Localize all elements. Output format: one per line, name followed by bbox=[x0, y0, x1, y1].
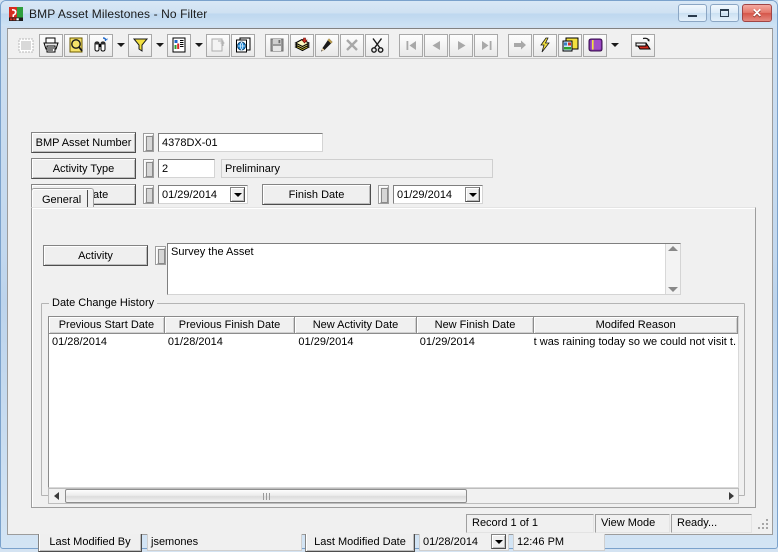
tab-page-general: Activity Survey the Asset Date Change Hi… bbox=[31, 207, 756, 508]
next-record-icon[interactable] bbox=[449, 33, 473, 57]
tab-divider bbox=[87, 190, 88, 207]
help-dropdown-arrow-icon[interactable] bbox=[608, 34, 621, 57]
close-icon: ✕ bbox=[751, 6, 763, 20]
toolbar-separator-1 bbox=[256, 34, 265, 57]
field-row-bmp-asset-number: BMP Asset Number 4378DX-01 bbox=[31, 132, 323, 153]
last-record-icon[interactable] bbox=[474, 33, 498, 57]
grid-column-header[interactable]: Modifed Reason bbox=[534, 317, 738, 334]
status-mode: View Mode bbox=[595, 513, 670, 533]
date-change-history-label: Date Change History bbox=[49, 297, 158, 309]
toolbar bbox=[8, 29, 772, 59]
field-row-activity-type: Activity Type 2 Preliminary bbox=[31, 158, 493, 179]
export-page-icon[interactable] bbox=[206, 33, 230, 57]
toolbar-separator-2 bbox=[390, 34, 399, 57]
report-dropdown-arrow-icon[interactable] bbox=[192, 34, 205, 57]
filter-dropdown-arrow-icon[interactable] bbox=[153, 34, 166, 57]
status-bar: Record 1 of 1 View Mode Ready... bbox=[8, 512, 772, 534]
goto-arrow-icon[interactable] bbox=[508, 33, 532, 57]
report-icon[interactable] bbox=[167, 33, 191, 57]
previous-record-icon[interactable] bbox=[424, 33, 448, 57]
resize-grip[interactable] bbox=[755, 516, 769, 530]
bmp-asset-number-link-indicator[interactable] bbox=[143, 133, 154, 152]
grid-scroll-track[interactable] bbox=[63, 489, 724, 503]
last-modified-by-value: jsemones bbox=[147, 532, 302, 551]
status-record-count: Record 1 of 1 bbox=[466, 513, 594, 533]
delete-record-icon[interactable] bbox=[340, 33, 364, 57]
window-controls: ✕ bbox=[678, 4, 772, 22]
table-row[interactable]: 01/28/2014 01/28/2014 01/29/2014 01/29/2014… bbox=[49, 334, 738, 349]
last-modified-time-value: 12:46 PM bbox=[513, 532, 605, 551]
activity-memo-box[interactable]: Survey the Asset bbox=[167, 243, 681, 295]
field-row-activity: Activity bbox=[43, 245, 166, 266]
activity-type-description: Preliminary bbox=[221, 159, 493, 178]
edit-pencil-icon[interactable] bbox=[315, 33, 339, 57]
minimize-icon bbox=[688, 14, 697, 17]
toolbar-separator-4 bbox=[622, 34, 631, 57]
activity-type-label-button[interactable]: Activity Type bbox=[31, 158, 136, 179]
print-preview-icon[interactable] bbox=[64, 33, 88, 57]
first-record-icon[interactable] bbox=[399, 33, 423, 57]
grid-column-header[interactable]: New Finish Date bbox=[416, 317, 535, 334]
activity-memo-scrollbar[interactable] bbox=[665, 244, 680, 294]
status-state: Ready... bbox=[671, 513, 752, 533]
table-cell: 01/29/2014 bbox=[419, 335, 475, 348]
help-book-icon[interactable] bbox=[583, 33, 607, 57]
grid-horizontal-scrollbar[interactable] bbox=[48, 488, 739, 504]
scroll-right-icon[interactable] bbox=[724, 489, 738, 503]
last-modified-date-value: 01/28/2014 bbox=[423, 535, 479, 548]
maximize-icon bbox=[720, 9, 729, 17]
activity-memo-text[interactable]: Survey the Asset bbox=[168, 244, 665, 294]
grid-scroll-thumb[interactable] bbox=[65, 489, 467, 503]
window-title: BMP Asset Milestones - No Filter bbox=[29, 6, 208, 21]
activity-type-link-indicator[interactable] bbox=[143, 159, 154, 178]
activity-link-indicator[interactable] bbox=[155, 246, 166, 265]
table-cell: 01/29/2014 bbox=[298, 335, 354, 348]
copy-record-icon[interactable] bbox=[231, 33, 255, 57]
print-icon[interactable] bbox=[39, 33, 63, 57]
select-all-icon[interactable] bbox=[14, 33, 38, 57]
close-document-icon[interactable] bbox=[631, 33, 655, 57]
save-icon[interactable] bbox=[265, 33, 289, 57]
scroll-down-icon[interactable] bbox=[668, 287, 678, 292]
toolbar-separator-3 bbox=[499, 34, 508, 57]
scissors-icon[interactable] bbox=[365, 33, 389, 57]
bmp-asset-number-input[interactable]: 4378DX-01 bbox=[158, 133, 323, 152]
tab-general[interactable]: General bbox=[31, 188, 95, 208]
tab-general-label: General bbox=[42, 193, 82, 206]
find-dropdown-arrow-icon[interactable] bbox=[114, 34, 127, 57]
grid-column-header[interactable]: New Activity Date bbox=[295, 317, 417, 334]
new-record-icon[interactable] bbox=[290, 33, 314, 57]
last-modified-date-picker[interactable]: 01/28/2014 bbox=[419, 532, 509, 551]
date-change-history-grid[interactable]: Previous Start Date Previous Finish Date N… bbox=[48, 316, 739, 488]
grid-body: 01/28/2014 01/28/2014 01/29/2014 01/29/2014… bbox=[49, 334, 738, 349]
scroll-left-icon[interactable] bbox=[49, 489, 63, 503]
funnel-icon[interactable] bbox=[128, 33, 152, 57]
title-bar[interactable]: BMP Asset Milestones - No Filter ✕ bbox=[1, 1, 777, 26]
application-window: BMP Asset Milestones - No Filter ✕ BMP A… bbox=[0, 0, 778, 552]
minimize-button[interactable] bbox=[678, 4, 707, 22]
close-button[interactable]: ✕ bbox=[742, 4, 772, 22]
date-change-history-group: Date Change History Previous Start Date P… bbox=[41, 297, 745, 504]
table-cell: It was raining today so we could not vis… bbox=[534, 335, 737, 348]
binoculars-icon[interactable] bbox=[89, 33, 113, 57]
activity-label-button[interactable]: Activity bbox=[43, 245, 148, 266]
grid-column-header[interactable]: Previous Finish Date bbox=[164, 317, 296, 334]
client-area: BMP Asset Number 4378DX-01 Activity Type… bbox=[7, 28, 773, 552]
window-layout-icon[interactable] bbox=[558, 33, 582, 57]
table-cell: 01/28/2014 bbox=[167, 335, 223, 348]
maximize-button[interactable] bbox=[710, 4, 739, 22]
grid-header-row: Previous Start Date Previous Finish Date N… bbox=[49, 317, 738, 334]
grid-column-header[interactable]: Previous Start Date bbox=[49, 317, 165, 334]
table-cell: 01/28/2014 bbox=[52, 335, 108, 348]
bmp-app-icon bbox=[8, 6, 24, 22]
last-modified-date-dropdown-icon[interactable] bbox=[491, 534, 506, 549]
activity-type-input[interactable]: 2 bbox=[158, 159, 215, 178]
lightning-icon[interactable] bbox=[533, 33, 557, 57]
bmp-asset-number-label-button[interactable]: BMP Asset Number bbox=[31, 132, 136, 153]
scroll-up-icon[interactable] bbox=[668, 246, 678, 251]
tab-control: General Activity Survey the Asset Date C… bbox=[31, 188, 756, 508]
